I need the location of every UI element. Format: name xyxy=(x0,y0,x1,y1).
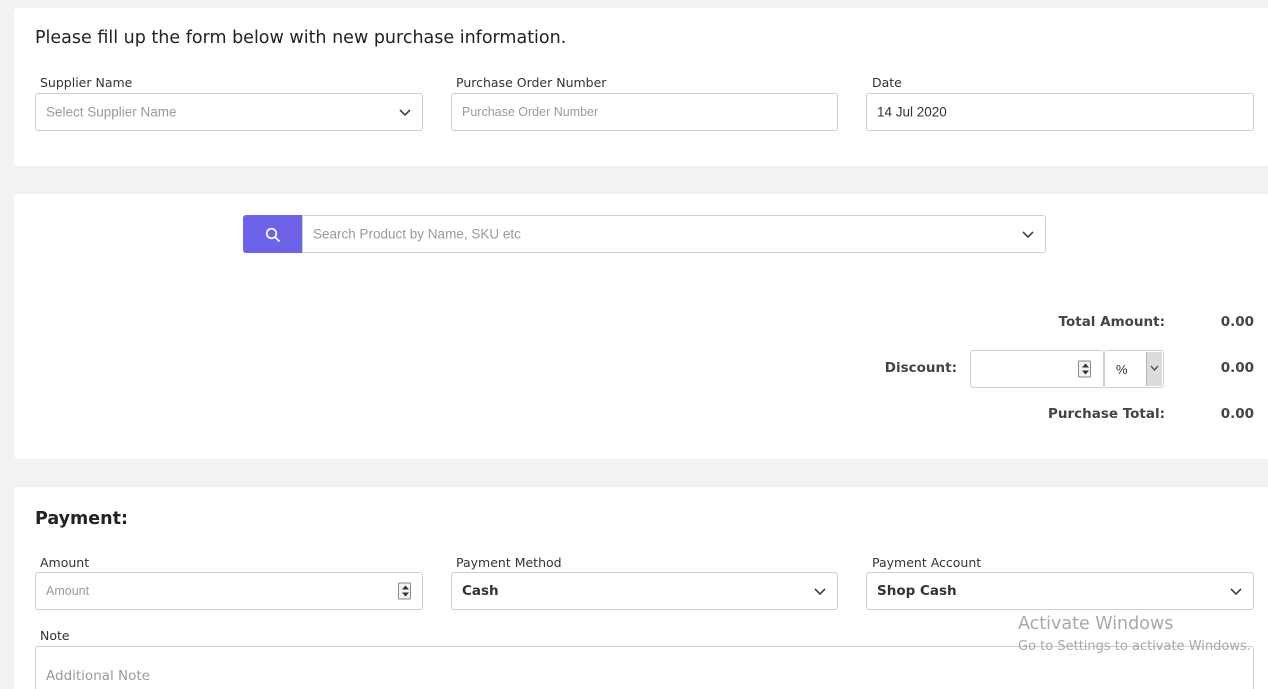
discount-value: 0.00 xyxy=(1220,360,1254,376)
payment-method-select[interactable]: Cash xyxy=(451,572,838,610)
chevron-down-icon xyxy=(1146,352,1162,386)
chevron-down-icon xyxy=(399,109,411,117)
amount-placeholder: Amount xyxy=(46,584,90,598)
supplier-name-label: Supplier Name xyxy=(40,75,133,90)
po-number-label: Purchase Order Number xyxy=(456,75,607,90)
spinner-icon[interactable] xyxy=(1078,360,1091,378)
chevron-down-icon xyxy=(814,588,826,596)
date-label: Date xyxy=(872,75,902,90)
note-textarea[interactable]: Additional Note xyxy=(35,646,1254,689)
payment-account-select[interactable]: Shop Cash xyxy=(866,572,1254,610)
products-card: Search Product by Name, SKU etc Total Am… xyxy=(14,194,1268,459)
purchase-total-label: Purchase Total: xyxy=(1047,406,1165,422)
po-number-placeholder: Purchase Order Number xyxy=(462,105,599,119)
form-heading: Please fill up the form below with new p… xyxy=(35,28,567,48)
note-label: Note xyxy=(40,628,70,643)
payment-heading: Payment: xyxy=(35,509,128,529)
search-button[interactable] xyxy=(243,215,302,253)
amount-label: Amount xyxy=(40,555,90,570)
purchase-info-card: Please fill up the form below with new p… xyxy=(14,8,1268,166)
payment-card: Payment: Amount Amount Payment Method Ca… xyxy=(14,487,1268,689)
note-placeholder: Additional Note xyxy=(46,668,151,684)
total-amount-value: 0.00 xyxy=(1220,314,1254,330)
date-value: 14 Jul 2020 xyxy=(877,104,947,120)
search-icon xyxy=(265,227,280,242)
chevron-down-icon xyxy=(1022,231,1034,239)
amount-input[interactable]: Amount xyxy=(35,572,423,610)
chevron-down-icon xyxy=(1230,588,1242,596)
po-number-input[interactable]: Purchase Order Number xyxy=(451,93,838,131)
supplier-name-select[interactable]: Select Supplier Name xyxy=(35,93,423,131)
supplier-name-placeholder: Select Supplier Name xyxy=(46,104,177,120)
payment-method-label: Payment Method xyxy=(456,555,562,570)
product-search-input[interactable]: Search Product by Name, SKU etc xyxy=(302,215,1046,253)
payment-account-value: Shop Cash xyxy=(877,583,957,599)
discount-type-value: % xyxy=(1116,362,1128,377)
discount-label: Discount: xyxy=(884,360,957,376)
discount-input[interactable] xyxy=(970,350,1104,388)
total-amount-label: Total Amount: xyxy=(1058,314,1165,330)
payment-account-label: Payment Account xyxy=(872,555,982,570)
spinner-icon[interactable] xyxy=(398,582,411,600)
product-search-placeholder: Search Product by Name, SKU etc xyxy=(313,226,521,242)
discount-type-select[interactable]: % xyxy=(1104,350,1164,388)
payment-method-value: Cash xyxy=(462,583,499,599)
purchase-total-value: 0.00 xyxy=(1220,406,1254,422)
date-input[interactable]: 14 Jul 2020 xyxy=(866,93,1254,131)
